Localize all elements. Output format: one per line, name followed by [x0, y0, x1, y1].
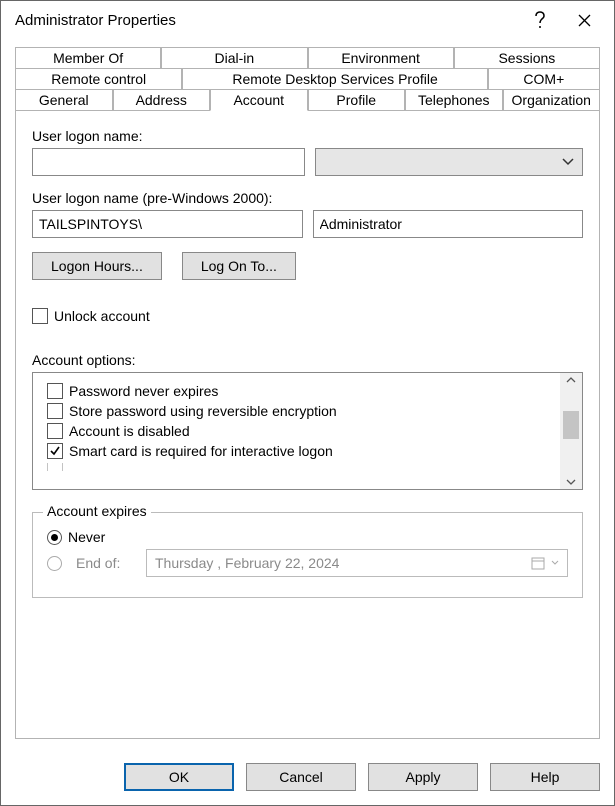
- titlebar: Administrator Properties: [1, 1, 614, 39]
- scroll-down-icon: [566, 479, 576, 485]
- pre2000-domain-input[interactable]: [32, 210, 303, 238]
- tab-member-of[interactable]: Member Of: [15, 47, 161, 69]
- help-button[interactable]: [518, 1, 562, 39]
- cancel-button[interactable]: Cancel: [246, 763, 356, 791]
- expires-never-radio[interactable]: [47, 530, 62, 545]
- tab-organization[interactable]: Organization: [503, 89, 601, 111]
- tabs-row-3: General Address Account Profile Telephon…: [15, 89, 600, 110]
- expires-end-of-radio[interactable]: [47, 556, 62, 571]
- logon-hours-button[interactable]: Logon Hours...: [32, 252, 162, 280]
- tab-sessions[interactable]: Sessions: [454, 47, 600, 69]
- options-scrollbar[interactable]: [560, 373, 582, 489]
- option-reversible-encryption-checkbox[interactable]: [47, 403, 63, 419]
- option-account-disabled-checkbox[interactable]: [47, 423, 63, 439]
- account-expires-group: Account expires Never End of: Thursday ,…: [32, 512, 583, 598]
- properties-dialog: Administrator Properties Member Of Dial-…: [0, 0, 615, 806]
- tab-panel-account: User logon name: User logon name (pre-Wi…: [15, 109, 600, 739]
- chevron-down-icon: [551, 560, 559, 566]
- close-icon: [578, 14, 591, 27]
- option-label: Account is disabled: [69, 423, 190, 439]
- expires-end-of-label: End of:: [76, 555, 132, 571]
- option-password-never-expires-checkbox[interactable]: [47, 383, 63, 399]
- unlock-account-label: Unlock account: [54, 308, 150, 324]
- tab-address[interactable]: Address: [113, 89, 211, 111]
- option-partial-checkbox[interactable]: [47, 463, 63, 471]
- tab-strip: Member Of Dial-in Environment Sessions R…: [15, 47, 600, 110]
- dialog-footer: OK Cancel Apply Help: [1, 751, 614, 805]
- chevron-down-icon: [562, 158, 574, 166]
- tab-environment[interactable]: Environment: [308, 47, 454, 69]
- close-button[interactable]: [562, 1, 606, 39]
- tab-dial-in[interactable]: Dial-in: [161, 47, 307, 69]
- scrollbar-thumb[interactable]: [563, 411, 579, 439]
- tab-general[interactable]: General: [15, 89, 113, 111]
- unlock-account-checkbox[interactable]: [32, 308, 48, 324]
- question-icon: [534, 11, 546, 29]
- apply-button[interactable]: Apply: [368, 763, 478, 791]
- tab-com-plus[interactable]: COM+: [488, 68, 600, 90]
- option-smart-card-checkbox[interactable]: [47, 443, 63, 459]
- option-label: Smart card is required for interactive l…: [69, 443, 333, 459]
- pre2000-label: User logon name (pre-Windows 2000):: [32, 190, 583, 206]
- tab-telephones[interactable]: Telephones: [405, 89, 503, 111]
- help-button-footer[interactable]: Help: [490, 763, 600, 791]
- tabs-row-2: Remote control Remote Desktop Services P…: [15, 68, 600, 89]
- account-options-list: Password never expires Store password us…: [32, 372, 583, 490]
- scroll-up-icon: [566, 377, 576, 383]
- upn-suffix-combo[interactable]: [315, 148, 584, 176]
- tab-remote-control[interactable]: Remote control: [15, 68, 182, 90]
- checkmark-icon: [49, 445, 61, 457]
- expires-date-picker[interactable]: Thursday , February 22, 2024: [146, 549, 568, 577]
- tabs-row-1: Member Of Dial-in Environment Sessions: [15, 47, 600, 68]
- logon-name-label: User logon name:: [32, 128, 583, 144]
- option-label: Store password using reversible encrypti…: [69, 403, 337, 419]
- option-label: Password never expires: [69, 383, 218, 399]
- expires-never-label: Never: [68, 529, 105, 545]
- calendar-icon: [531, 556, 545, 570]
- logon-name-input[interactable]: [32, 148, 305, 176]
- dialog-body: Member Of Dial-in Environment Sessions R…: [1, 39, 614, 751]
- account-expires-legend: Account expires: [43, 503, 151, 519]
- pre2000-user-input[interactable]: [313, 210, 584, 238]
- tab-account[interactable]: Account: [210, 89, 308, 111]
- tab-remote-desktop-services-profile[interactable]: Remote Desktop Services Profile: [182, 68, 487, 90]
- ok-button[interactable]: OK: [124, 763, 234, 791]
- account-options-label: Account options:: [32, 352, 583, 368]
- log-on-to-button[interactable]: Log On To...: [182, 252, 296, 280]
- expires-date-display: Thursday , February 22, 2024: [155, 555, 525, 571]
- tab-profile[interactable]: Profile: [308, 89, 406, 111]
- window-title: Administrator Properties: [15, 12, 518, 29]
